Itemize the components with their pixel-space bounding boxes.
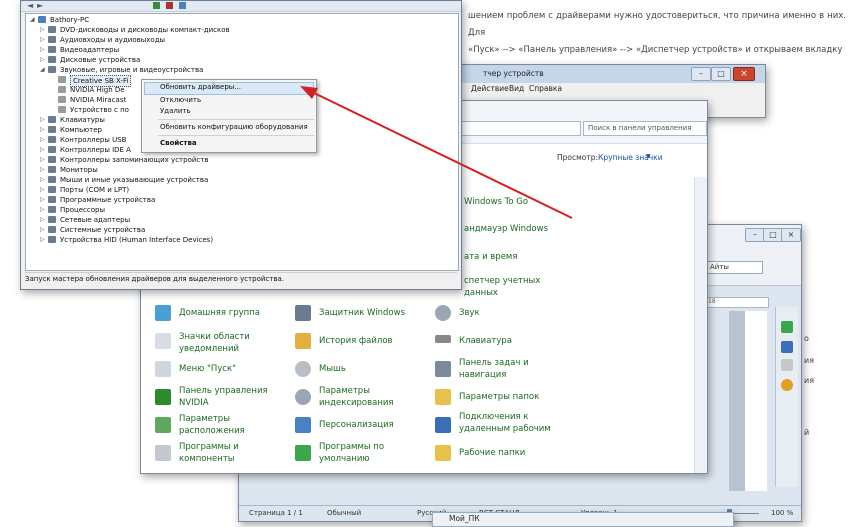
arrow-line [311,91,573,219]
arrow-head [300,86,318,99]
annotation-arrow [300,86,573,219]
